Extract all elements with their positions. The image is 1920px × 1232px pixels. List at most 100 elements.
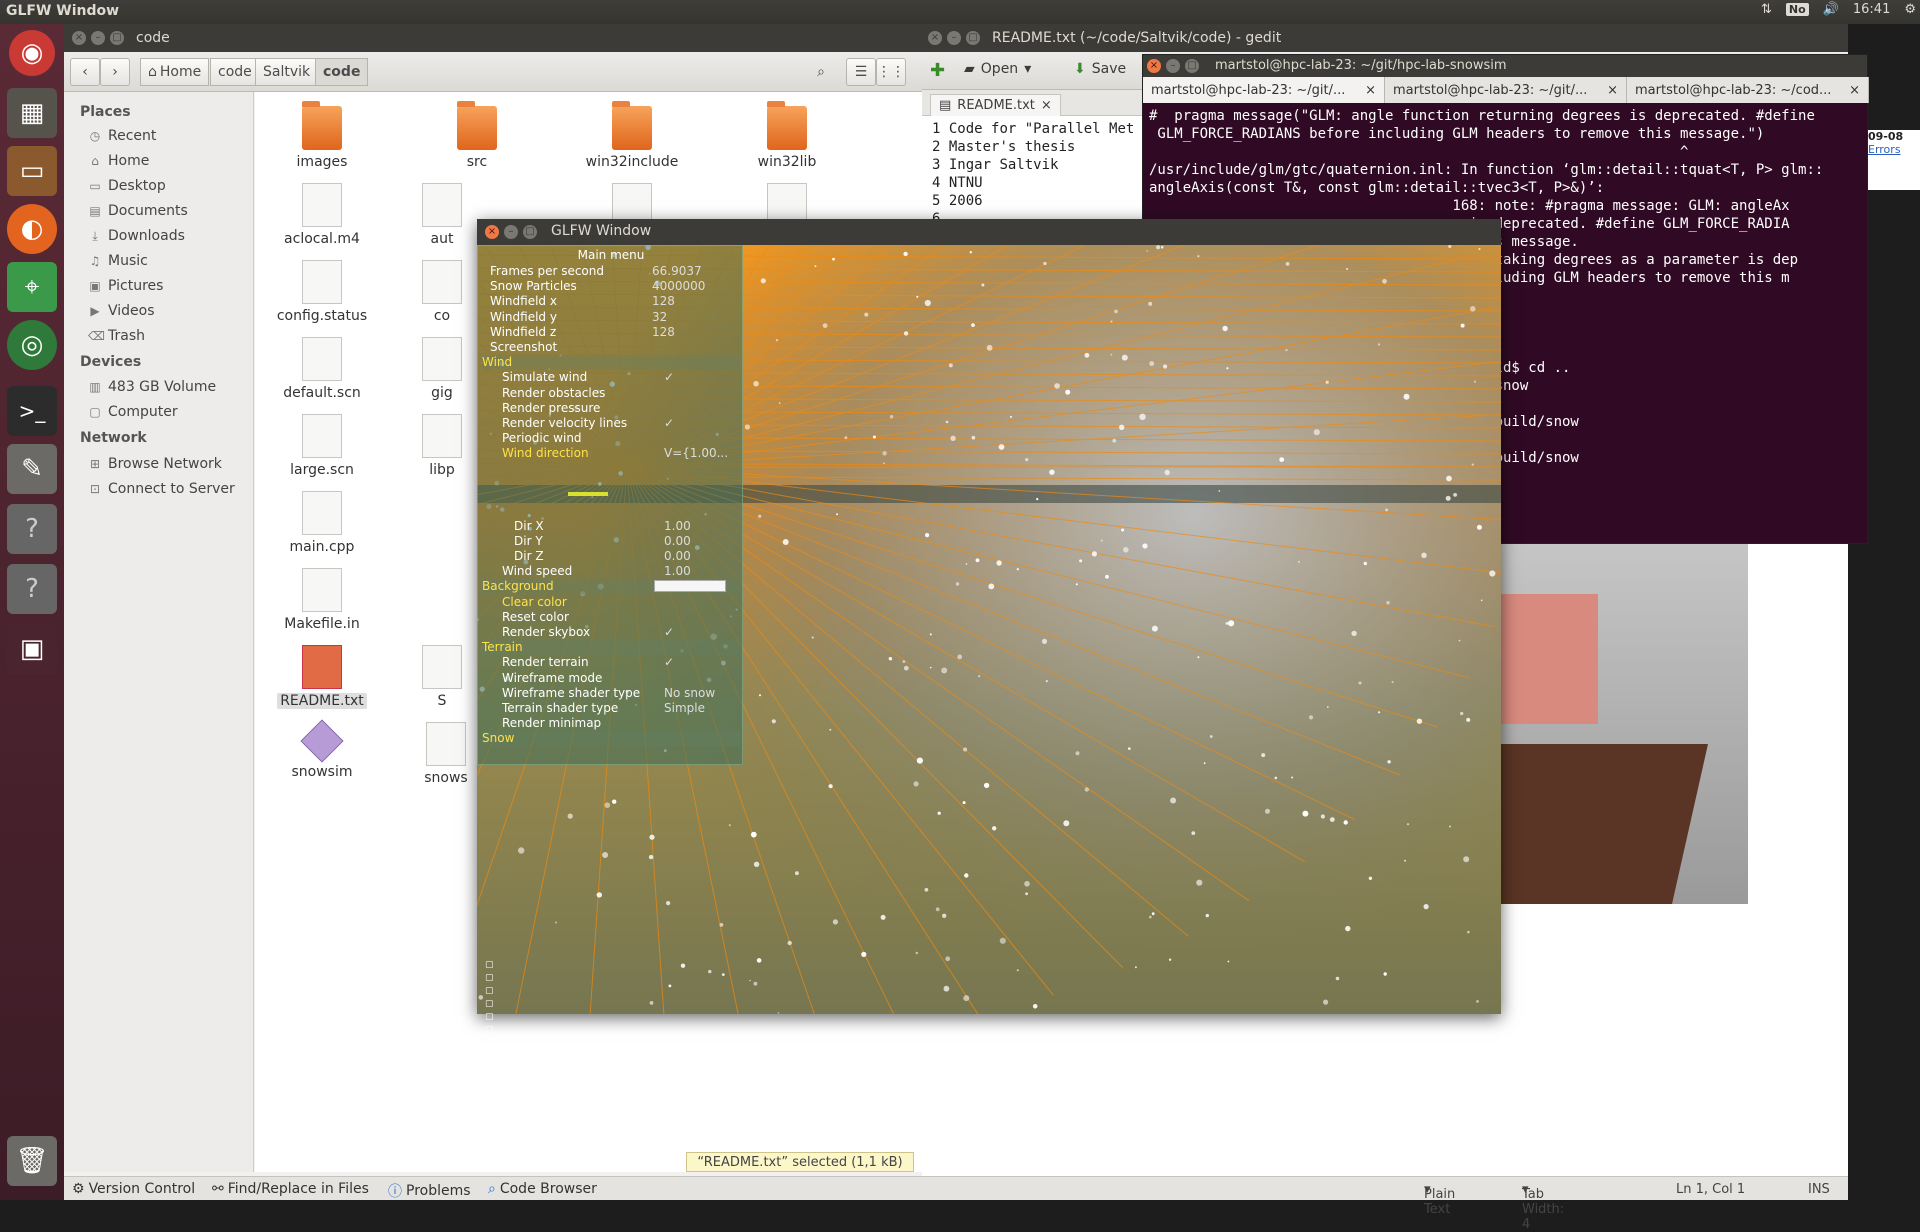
terminal-tab[interactable]: martstol@hpc-lab-23: ~/git/... × xyxy=(1385,77,1627,103)
terminal-tab[interactable]: martstol@hpc-lab-23: ~/git/... × xyxy=(1143,77,1385,103)
close-icon[interactable]: × xyxy=(1147,59,1161,73)
file-item[interactable]: libp xyxy=(422,414,462,478)
maximize-icon[interactable]: □ xyxy=(966,31,980,45)
file-item[interactable]: snowsim xyxy=(267,719,377,780)
help-toggles[interactable]: ▢ ▢ ▢ ▢ ▢ ▢ xyxy=(485,959,494,1037)
close-icon[interactable]: × xyxy=(1041,98,1052,113)
trash-icon[interactable]: 🗑 xyxy=(7,1136,57,1186)
menu-row[interactable]: Wireframe mode xyxy=(502,671,752,686)
help-icon-2[interactable]: ? xyxy=(7,564,57,614)
sidebar-item-home[interactable]: ⌂ Home xyxy=(88,153,149,169)
breadcrumb-code[interactable]: code xyxy=(210,58,260,86)
menu-row[interactable]: Periodic wind xyxy=(502,431,752,446)
breadcrumb-saltvik[interactable]: Saltvik xyxy=(255,58,319,86)
language-selector[interactable]: Plain Text ▾ xyxy=(1424,1182,1455,1217)
gear-icon[interactable]: ⚙ xyxy=(1904,2,1916,17)
open-button[interactable]: ▰ Open ▾ xyxy=(964,61,1031,77)
menu-row[interactable]: Snow Particles 4000000 xyxy=(490,279,740,294)
menu-row[interactable]: Dir X 1.00 xyxy=(514,519,764,534)
chrome-icon[interactable]: ◎ xyxy=(7,320,57,370)
menu-row[interactable]: Render pressure xyxy=(502,401,752,416)
menu-row[interactable]: Dir Z 0.00 xyxy=(514,549,764,564)
file-item[interactable]: co xyxy=(422,260,462,324)
code-browser-tab[interactable]: ⌕ Code Browser xyxy=(488,1181,597,1197)
editor-text[interactable]: 1 Code for "Parallel Met 2 Master's thes… xyxy=(932,120,1134,228)
sidebar-item-recent[interactable]: ◷ Recent xyxy=(88,128,157,144)
files-icon[interactable]: ▭ xyxy=(7,146,57,196)
terminal-icon[interactable]: >_ xyxy=(7,386,57,436)
close-icon[interactable]: × xyxy=(485,225,499,239)
volume-icon[interactable]: 🔊 xyxy=(1823,2,1839,17)
close-icon[interactable]: × xyxy=(1607,83,1618,98)
sidebar-item-trash[interactable]: ⌫ Trash xyxy=(88,328,145,344)
minimize-icon[interactable]: – xyxy=(1166,59,1180,73)
keyboard-indicator[interactable]: No xyxy=(1785,3,1809,16)
breadcrumb-home[interactable]: ⌂ Home xyxy=(140,58,210,86)
maximize-icon[interactable]: □ xyxy=(523,225,537,239)
sidebar-item-music[interactable]: ♫ Music xyxy=(88,253,148,269)
new-document-icon[interactable]: ✚ xyxy=(930,60,945,81)
sidebar-item-browse-network[interactable]: ⊞ Browse Network xyxy=(88,456,222,472)
find-replace-tab[interactable]: ⚯ Find/Replace in Files xyxy=(212,1181,369,1197)
text-editor-icon[interactable]: ✎ xyxy=(7,444,57,494)
file-item[interactable]: snows xyxy=(422,722,470,786)
menu-row[interactable]: Wind speed 1.00 xyxy=(502,564,752,579)
search-button[interactable]: ⌕ xyxy=(806,58,836,86)
file-item[interactable]: gig xyxy=(422,337,462,401)
menu-row[interactable]: Windfield y 32 xyxy=(490,310,740,325)
menu-row[interactable]: Render skybox ✓ xyxy=(502,625,752,640)
menu-row[interactable]: Frames per second 66.9037 xyxy=(490,264,740,279)
file-item[interactable]: win32include xyxy=(577,101,687,170)
menu-row[interactable]: Dir Y 0.00 xyxy=(514,534,764,549)
firefox-icon[interactable]: ◐ xyxy=(7,204,57,254)
maximize-icon[interactable]: □ xyxy=(1185,59,1199,73)
terminal-tab[interactable]: martstol@hpc-lab-23: ~/cod... × xyxy=(1627,77,1869,103)
workspace-switcher-icon[interactable]: ▣ xyxy=(7,624,57,674)
menu-row[interactable]: Simulate wind ✓ xyxy=(502,370,752,385)
menu-row[interactable]: Reset color xyxy=(502,610,752,625)
save-button[interactable]: ⬇ Save xyxy=(1074,61,1126,77)
close-icon[interactable]: × xyxy=(1365,83,1376,98)
sidebar-item-downloads[interactable]: ⤓ Downloads xyxy=(88,228,185,244)
menu-row[interactable]: Terrain xyxy=(482,640,740,656)
sidebar-item-documents[interactable]: ▤ Documents xyxy=(88,203,188,219)
version-control-tab[interactable]: ⚙ Version Control xyxy=(72,1181,195,1197)
ubuntu-dash-icon[interactable]: ◉ xyxy=(9,30,55,76)
menu-row[interactable]: Windfield x 128 xyxy=(490,294,740,309)
tab-width-selector[interactable]: Tab Width: 4 ▾ xyxy=(1522,1182,1564,1232)
back-button[interactable]: ‹ xyxy=(70,58,100,86)
file-item[interactable]: src xyxy=(422,101,532,170)
menu-row[interactable]: Terrain shader type Simple xyxy=(502,701,752,716)
close-icon[interactable]: × xyxy=(928,31,942,45)
file-item[interactable]: win32lib xyxy=(732,101,842,170)
sidebar-item-volume[interactable]: ▥ 483 GB Volume xyxy=(88,379,216,395)
wind-direction-arrow[interactable] xyxy=(568,492,608,496)
file-item[interactable]: images xyxy=(267,101,377,170)
help-icon[interactable]: ? xyxy=(7,504,57,554)
file-item[interactable]: config.status xyxy=(267,260,377,324)
grid-view-button[interactable]: ⋮⋮ xyxy=(876,58,906,86)
menu-row[interactable]: Render velocity lines ✓ xyxy=(502,416,752,431)
forward-button[interactable]: › xyxy=(100,58,130,86)
file-item[interactable]: S xyxy=(422,645,462,709)
sidebar-item-videos[interactable]: ▶ Videos xyxy=(88,303,154,319)
close-icon[interactable]: × xyxy=(1849,83,1860,98)
file-item[interactable]: default.scn xyxy=(267,337,377,401)
problems-tab[interactable]: ⓘ Problems xyxy=(388,1181,471,1201)
sidebar-item-pictures[interactable]: ▣ Pictures xyxy=(88,278,163,294)
menu-row[interactable]: Render obstacles xyxy=(502,386,752,401)
menu-row[interactable]: Snow xyxy=(482,731,740,747)
sidebar-item-desktop[interactable]: ▭ Desktop xyxy=(88,178,165,194)
file-item[interactable]: Makefile.in xyxy=(267,568,377,632)
main-menu-panel[interactable]: Main menu Frames per second 66.9037 Snow P… xyxy=(477,245,743,765)
minimize-icon[interactable]: – xyxy=(947,31,961,45)
menu-row[interactable]: Screenshot xyxy=(490,340,740,355)
sidebar-item-computer[interactable]: ▢ Computer xyxy=(88,404,177,420)
errors-link[interactable]: Errors xyxy=(1868,143,1920,156)
network-icon[interactable]: ⇅ xyxy=(1761,2,1772,17)
minimize-icon[interactable]: – xyxy=(91,31,105,45)
menu-row[interactable]: Render minimap xyxy=(502,716,752,731)
minimize-icon[interactable]: – xyxy=(504,225,518,239)
tab-readme[interactable]: ▤ README.txt × xyxy=(930,94,1061,116)
sidebar-item-connect-server[interactable]: ⊡ Connect to Server xyxy=(88,481,235,497)
